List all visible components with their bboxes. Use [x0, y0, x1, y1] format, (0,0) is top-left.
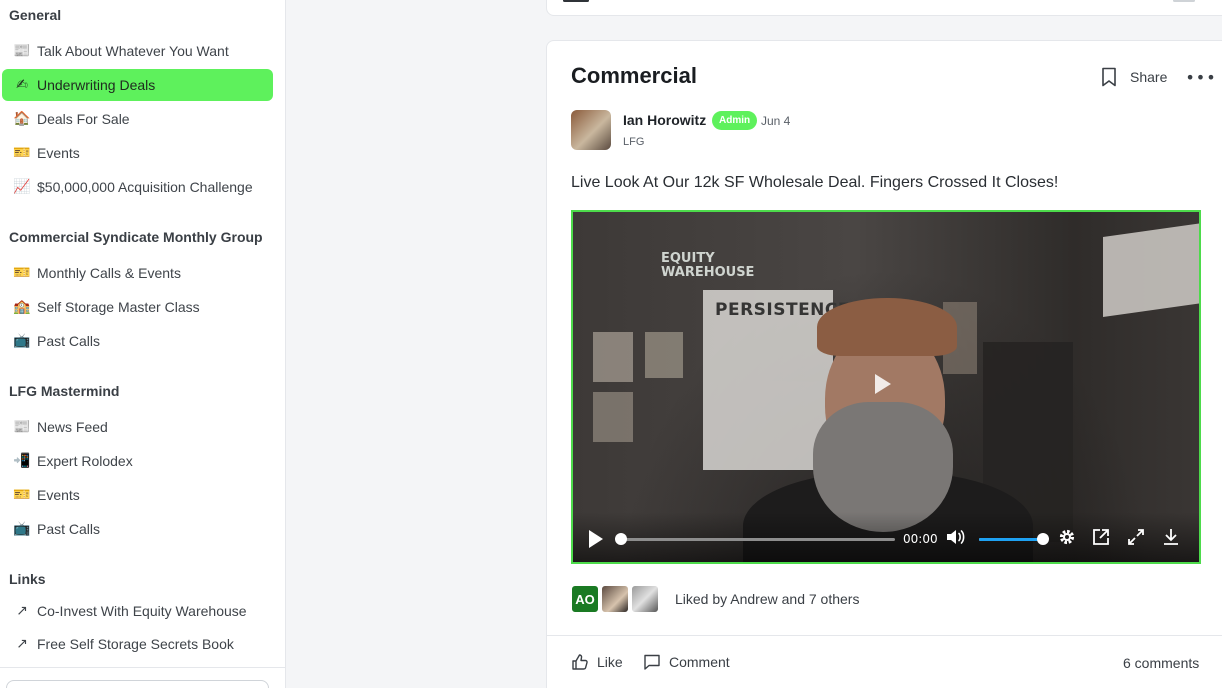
sidebar-item-acquisition-challenge[interactable]: 📈 $50,000,000 Acquisition Challenge — [2, 171, 273, 203]
section-title-links: Links — [9, 571, 46, 587]
likes-row[interactable]: AO Liked by Andrew and 7 others — [571, 585, 859, 613]
previous-post-card — [546, 0, 1222, 16]
sidebar-item-label: Talk About Whatever You Want — [37, 43, 229, 59]
author-group: LFG — [623, 136, 645, 148]
play-icon[interactable] — [589, 530, 603, 548]
post-date: Jun 4 — [761, 114, 791, 128]
sidebar-item-talk-about-whatever[interactable]: 📰 Talk About Whatever You Want — [2, 35, 273, 67]
presenter-cap — [817, 298, 957, 356]
sidebar-item-label: Co-Invest With Equity Warehouse — [37, 603, 247, 619]
post-title: Commercial — [571, 63, 697, 88]
sidebar-item-news-feed[interactable]: 📰 News Feed — [2, 411, 273, 443]
section-title-commercial-syndicate: Commercial Syndicate Monthly Group — [9, 229, 263, 245]
comment-icon — [644, 654, 660, 670]
chart-icon: 📈 — [13, 179, 31, 195]
sidebar-item-past-calls[interactable]: 📺 Past Calls — [2, 325, 273, 357]
sidebar-item-label: Free Self Storage Secrets Book — [37, 636, 234, 652]
post-card: Commercial Share ••• Ian Horowitz Admin … — [546, 40, 1222, 688]
previous-post-fragment — [563, 0, 589, 2]
wall-frame — [593, 332, 633, 382]
sidebar-item-label: Underwriting Deals — [37, 77, 156, 93]
pencil-icon: ✍ — [16, 77, 28, 93]
settings-gear-icon[interactable] — [1057, 527, 1077, 547]
video-player[interactable]: EQUITY WAREHOUSE PERSISTENCE 00:00 — [571, 210, 1201, 564]
thumbs-up-icon — [572, 654, 588, 670]
like-button[interactable]: Like — [571, 653, 623, 671]
phone-icon: 📲 — [13, 453, 31, 469]
post-actions: Share ••• — [1100, 67, 1217, 87]
play-overlay-icon[interactable] — [875, 374, 891, 394]
sidebar-link-free-book[interactable]: ↗ Free Self Storage Secrets Book — [2, 628, 273, 660]
sidebar-item-expert-rolodex[interactable]: 📲 Expert Rolodex — [2, 445, 273, 477]
sidebar-item-label: Self Storage Master Class — [37, 299, 200, 315]
sidebar-divider — [0, 667, 285, 668]
time-display: 00:00 — [903, 532, 938, 546]
tv-icon: 📺 — [13, 521, 31, 537]
sidebar-item-label: Events — [37, 487, 80, 503]
admin-badge: Admin — [712, 111, 758, 130]
newspaper-icon: 📰 — [13, 43, 31, 59]
section-title-general: General — [9, 7, 62, 23]
volume-level — [979, 533, 1049, 545]
sidebar-item-label: News Feed — [37, 419, 108, 435]
sidebar-item-past-calls[interactable]: 📺 Past Calls — [2, 513, 273, 545]
post-body: Live Look At Our 12k SF Wholesale Deal. … — [571, 174, 1059, 191]
equity-warehouse-sign: EQUITY WAREHOUSE — [661, 251, 755, 280]
sidebar-item-label: Monthly Calls & Events — [37, 265, 181, 281]
sidebar-item-self-storage-master-class[interactable]: 🏫 Self Storage Master Class — [2, 291, 273, 323]
progress-handle[interactable] — [615, 533, 627, 545]
fullscreen-icon[interactable] — [1126, 527, 1146, 547]
volume-icon[interactable] — [945, 527, 965, 547]
sidebar-item-underwriting-deals[interactable]: ✍ Underwriting Deals — [2, 69, 273, 101]
bookmark-icon[interactable] — [1100, 67, 1118, 87]
ticket-icon: 🎫 — [13, 487, 31, 503]
external-link-icon: ↗ — [16, 603, 28, 619]
wall-frame — [593, 392, 633, 442]
wall-frame — [645, 332, 683, 378]
comments-count[interactable]: 6 comments — [1123, 655, 1199, 671]
download-icon[interactable] — [1161, 527, 1181, 547]
progress-bar[interactable] — [615, 533, 895, 545]
sidebar-item-monthly-calls[interactable]: 🎫 Monthly Calls & Events — [2, 257, 273, 289]
external-link-icon: ↗ — [16, 636, 28, 652]
author-name[interactable]: Ian Horowitz — [623, 112, 706, 128]
sidebar-item-label: Past Calls — [37, 521, 101, 537]
share-button[interactable]: Share — [1130, 69, 1167, 85]
sidebar-item-label: $50,000,000 Acquisition Challenge — [37, 179, 253, 195]
liker-avatar: AO — [571, 585, 599, 613]
comment-button[interactable]: Comment — [643, 653, 730, 671]
ticket-icon: 🎫 — [13, 265, 31, 281]
more-options-icon[interactable]: ••• — [1185, 68, 1216, 87]
school-icon: 🏫 — [13, 299, 31, 315]
liker-avatar — [631, 585, 659, 613]
sidebar-link-co-invest[interactable]: ↗ Co-Invest With Equity Warehouse — [2, 595, 273, 627]
like-label: Like — [597, 654, 623, 670]
author-avatar[interactable] — [571, 110, 611, 150]
wall-unit — [1103, 222, 1199, 318]
volume-slider[interactable] — [979, 533, 1049, 545]
post-divider — [547, 635, 1222, 636]
tv-icon: 📺 — [13, 333, 31, 349]
sidebar-item-label: Events — [37, 145, 80, 161]
previous-post-fragment — [1173, 0, 1195, 2]
sidebar-item-label: Expert Rolodex — [37, 453, 133, 469]
house-icon: 🏠 — [13, 111, 31, 127]
sidebar-item-events[interactable]: 🎫 Events — [2, 137, 273, 169]
liker-avatar — [601, 585, 629, 613]
sidebar-item-events[interactable]: 🎫 Events — [2, 479, 273, 511]
section-title-lfg-mastermind: LFG Mastermind — [9, 383, 120, 399]
newspaper-icon: 📰 — [13, 419, 31, 435]
sidebar-item-deals-for-sale[interactable]: 🏠 Deals For Sale — [2, 103, 273, 135]
comment-label: Comment — [669, 654, 730, 670]
sidebar-bottom-input[interactable] — [6, 680, 269, 688]
ticket-icon: 🎫 — [13, 145, 31, 161]
sidebar-item-label: Past Calls — [37, 333, 101, 349]
likes-summary[interactable]: Liked by Andrew and 7 others — [675, 591, 859, 607]
sidebar-item-label: Deals For Sale — [37, 111, 130, 127]
popout-icon[interactable] — [1091, 527, 1111, 547]
sidebar: General 📰 Talk About Whatever You Want ✍ U… — [0, 0, 286, 688]
volume-handle[interactable] — [1037, 533, 1049, 545]
video-controls: 00:00 — [573, 512, 1199, 562]
